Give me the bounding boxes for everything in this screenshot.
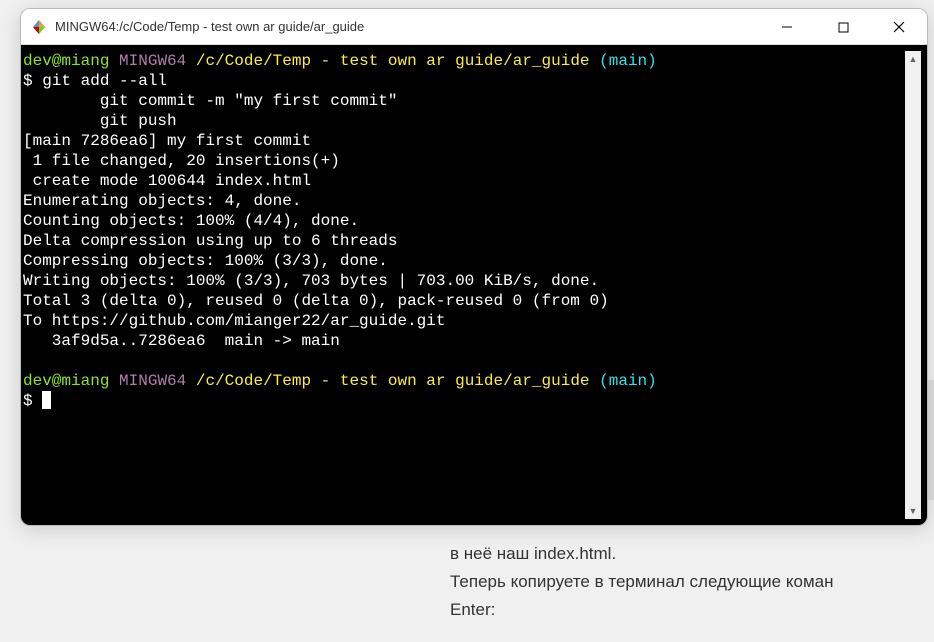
output-line: Counting objects: 100% (4/4), done. — [23, 212, 359, 230]
command-line: git commit -m "my first commit" — [23, 92, 397, 110]
bg-text-line: в неё наш index.html. — [450, 540, 833, 568]
prompt-env: MINGW64 — [119, 372, 186, 390]
prompt-path: /c/Code/Temp - test own ar guide/ar_guid… — [196, 52, 590, 70]
bg-text-line: Enter: — [450, 596, 833, 624]
command-line: git push — [23, 112, 177, 130]
prompt-user-host: dev@miang — [23, 52, 109, 70]
prompt-branch: main — [609, 52, 647, 70]
bg-text-line: Теперь копируете в терминал следующие ко… — [450, 568, 833, 596]
prompt-dollar: $ — [23, 72, 42, 90]
output-line: To https://github.com/mianger22/ar_guide… — [23, 312, 445, 330]
output-line: Delta compression using up to 6 threads — [23, 232, 397, 250]
prompt-branch-open: ( — [599, 372, 609, 390]
terminal-content[interactable]: dev@miang MINGW64 /c/Code/Temp - test ow… — [23, 51, 905, 519]
scroll-up-arrow[interactable]: ▲ — [905, 51, 921, 67]
output-line: Writing objects: 100% (3/3), 703 bytes |… — [23, 272, 599, 290]
output-line: [main 7286ea6] my first commit — [23, 132, 311, 150]
prompt-branch: main — [609, 372, 647, 390]
background-article-text: в неё наш index.html. Теперь копируете в… — [450, 540, 833, 624]
output-line: Enumerating objects: 4, done. — [23, 192, 301, 210]
scroll-down-arrow[interactable]: ▼ — [905, 503, 921, 519]
prompt-branch-close: ) — [647, 372, 657, 390]
output-line: Total 3 (delta 0), reused 0 (delta 0), p… — [23, 292, 609, 310]
close-button[interactable] — [871, 9, 927, 45]
output-line: 1 file changed, 20 insertions(+) — [23, 152, 340, 170]
output-line: Compressing objects: 100% (3/3), done. — [23, 252, 388, 270]
maximize-button[interactable] — [815, 9, 871, 45]
cursor — [42, 391, 51, 409]
prompt-env: MINGW64 — [119, 52, 186, 70]
titlebar[interactable]: MINGW64:/c/Code/Temp - test own ar guide… — [21, 9, 927, 45]
prompt-dollar: $ — [23, 392, 42, 410]
output-line: create mode 100644 index.html — [23, 172, 311, 190]
output-line: 3af9d5a..7286ea6 main -> main — [23, 332, 340, 350]
prompt-branch-open: ( — [599, 52, 609, 70]
scrollbar[interactable]: ▲ ▼ — [905, 51, 921, 519]
app-icon — [31, 19, 47, 35]
window-title: MINGW64:/c/Code/Temp - test own ar guide… — [55, 19, 759, 34]
prompt-user-host: dev@miang — [23, 372, 109, 390]
command-line: git add --all — [42, 72, 167, 90]
prompt-path: /c/Code/Temp - test own ar guide/ar_guid… — [196, 372, 590, 390]
terminal-window: MINGW64:/c/Code/Temp - test own ar guide… — [20, 8, 928, 526]
terminal-body[interactable]: dev@miang MINGW64 /c/Code/Temp - test ow… — [21, 45, 927, 525]
window-controls — [759, 9, 927, 44]
prompt-branch-close: ) — [647, 52, 657, 70]
minimize-button[interactable] — [759, 9, 815, 45]
